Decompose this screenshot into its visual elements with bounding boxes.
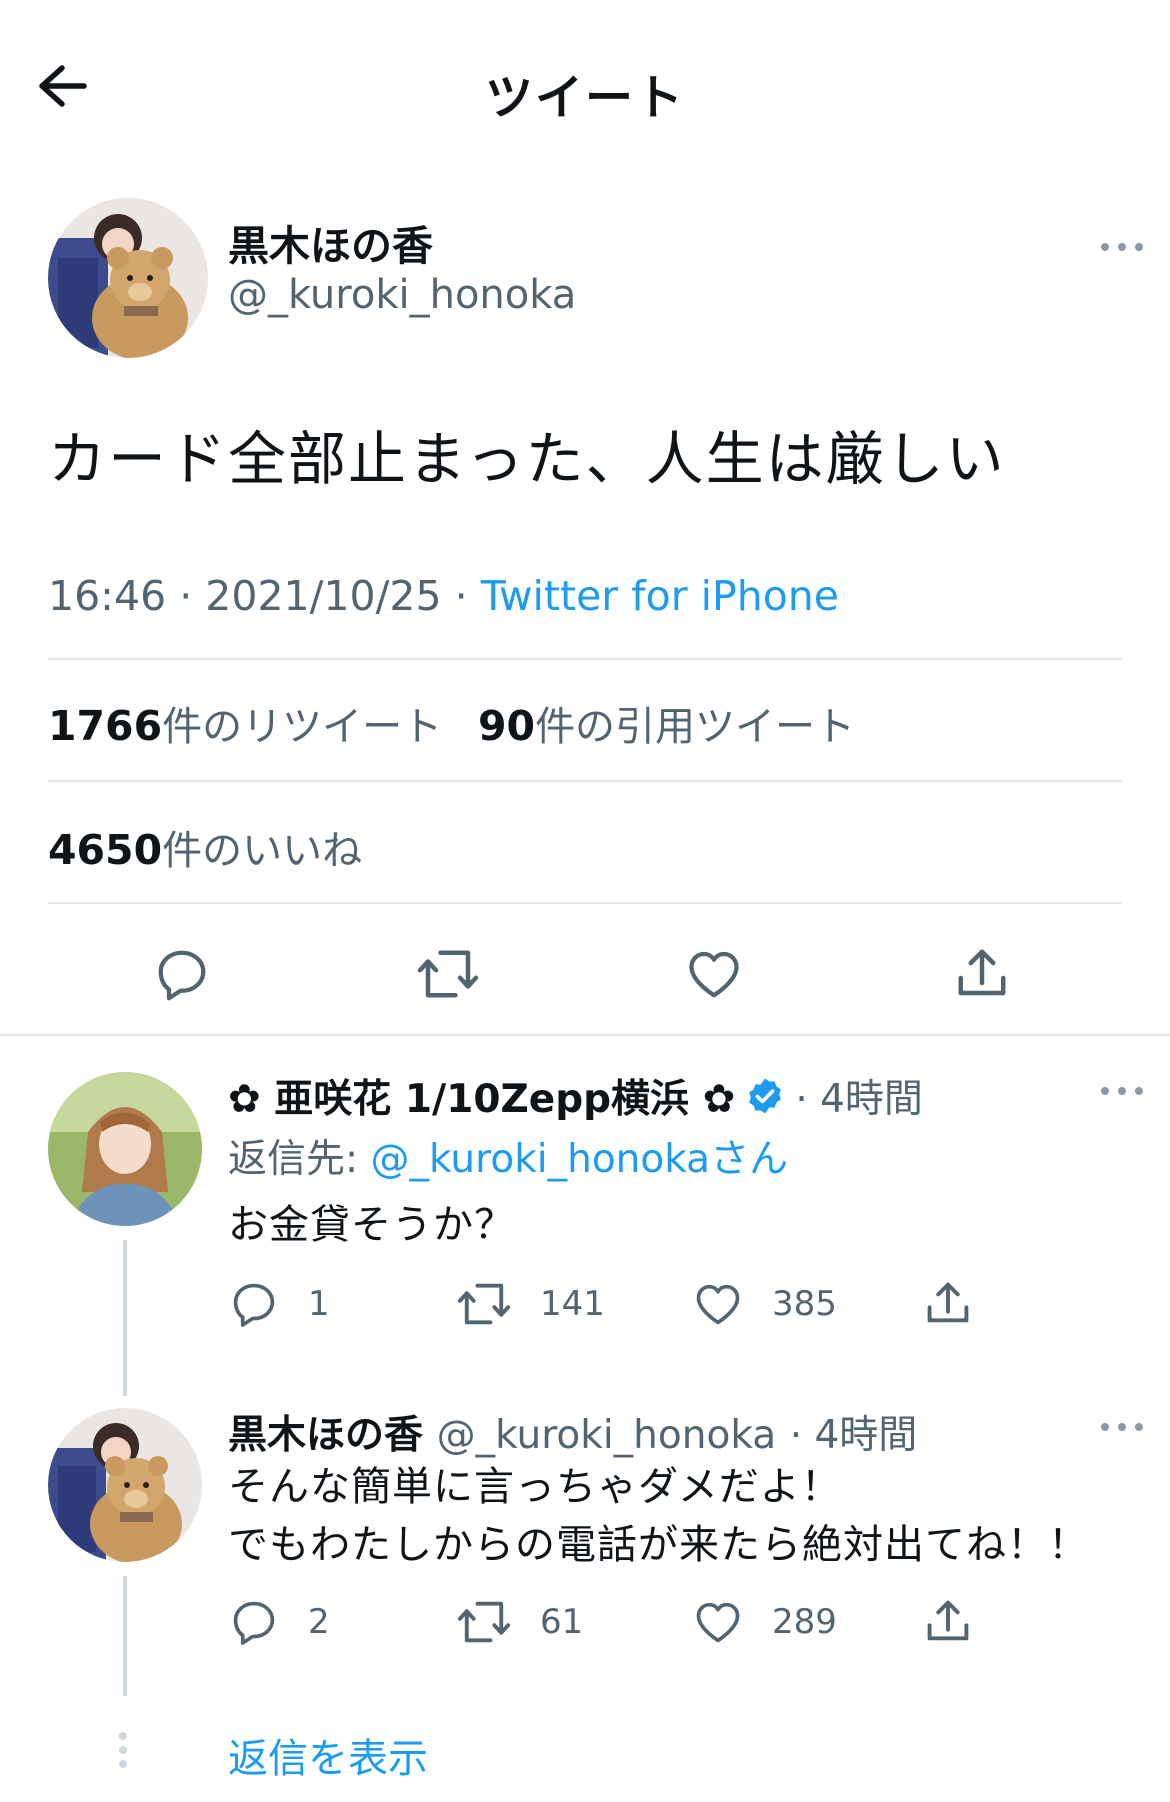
more-icon: [1101, 243, 1143, 251]
like-button[interactable]: [678, 940, 750, 1008]
avatar[interactable]: [48, 1408, 202, 1562]
retweets-label: 件のリツイート: [162, 704, 443, 750]
reply-button[interactable]: 1: [228, 1278, 330, 1330]
like-button[interactable]: 385: [692, 1278, 837, 1330]
reply-text-line: でもわたしからの電話が来たら絶対出てね！！: [228, 1522, 1089, 1568]
more-button[interactable]: [1094, 1076, 1150, 1106]
likes-label: 件のいいね: [162, 828, 363, 874]
share-button[interactable]: [946, 938, 1018, 1008]
reply-text-line: そんな簡単に言っちゃダメだよ！: [228, 1464, 842, 1510]
thread-line: [123, 1240, 127, 1396]
like-icon: [696, 1284, 740, 1325]
reply-text: そんな簡単に言っちゃダメだよ！ でもわたしからの電話が来たら絶対出てね！！: [228, 1458, 1089, 1574]
reply-icon: [158, 950, 206, 1001]
divider: [48, 902, 1122, 904]
profile-photo: [48, 1408, 202, 1562]
share-button[interactable]: [922, 1594, 974, 1648]
more-icon: [1101, 1087, 1143, 1095]
reply-header: ✿ 亜咲花 1/10Zepp横浜 ✿ · 4時間: [228, 1068, 923, 1124]
share-button[interactable]: [922, 1276, 974, 1330]
like-icon: [689, 951, 739, 998]
likes-count: 4650: [48, 826, 163, 874]
retweet-icon: [417, 950, 479, 998]
more-button[interactable]: [1094, 1412, 1150, 1442]
more-button[interactable]: [1094, 232, 1150, 262]
reply-author-name[interactable]: 黒木ほの香: [228, 1413, 423, 1458]
retweet-count: 141: [540, 1284, 605, 1324]
tweet-time: 16:46: [48, 572, 167, 620]
share-icon: [958, 949, 1006, 996]
reply-count: 1: [308, 1284, 330, 1324]
profile-photo: [48, 198, 208, 358]
retweet-icon: [457, 1601, 511, 1643]
retweet-button[interactable]: 141: [456, 1278, 605, 1330]
reply-button[interactable]: 2: [228, 1596, 330, 1648]
reply-to-mention[interactable]: @_kuroki_honoka: [371, 1137, 711, 1182]
avatar[interactable]: [48, 1072, 202, 1226]
meta-separator: ·: [179, 572, 193, 620]
retweet-button[interactable]: [410, 940, 486, 1008]
thread-line: [123, 1576, 127, 1696]
reply-text: お金貸そうか？: [228, 1202, 515, 1248]
tweet-meta: 16:46 · 2021/10/25 · Twitter for iPhone: [48, 572, 839, 620]
like-icon: [696, 1602, 740, 1643]
tweet-source-link[interactable]: Twitter for iPhone: [481, 572, 839, 620]
avatar[interactable]: [48, 198, 208, 358]
reply-icon: [233, 1601, 275, 1645]
thread-dots-icon: [119, 1732, 127, 1768]
quote-stats[interactable]: 90件の引用ツイート: [478, 694, 855, 752]
profile-photo: [48, 1072, 202, 1226]
divider: [48, 780, 1122, 782]
like-button[interactable]: 289: [692, 1596, 837, 1648]
reply-to-prefix: 返信先:: [228, 1137, 371, 1182]
retweet-stats[interactable]: 1766件のリツイート: [48, 694, 442, 752]
more-icon: [1101, 1423, 1143, 1431]
reply-to-suffix: さん: [710, 1137, 789, 1182]
tweet-date: 2021/10/25: [205, 572, 442, 620]
share-icon: [927, 1282, 969, 1323]
tweet-text: カード全部止まった、人生は厳しい: [48, 425, 1006, 493]
meta-separator: ·: [454, 572, 468, 620]
author-name[interactable]: 黒木ほの香: [228, 212, 433, 272]
divider: [48, 658, 1122, 660]
like-count: 385: [772, 1284, 837, 1324]
page-title: ツイート: [484, 70, 685, 126]
quotes-label: 件の引用ツイート: [535, 704, 856, 750]
quotes-count: 90: [478, 702, 536, 750]
share-icon: [927, 1600, 969, 1641]
like-count: 289: [772, 1602, 837, 1642]
reply-time[interactable]: · 4時間: [795, 1068, 923, 1124]
reply-author-name[interactable]: ✿ 亜咲花 1/10Zepp横浜 ✿: [228, 1068, 735, 1124]
reply-header: 黒木ほの香 @_kuroki_honoka · 4時間: [228, 1404, 917, 1460]
like-stats[interactable]: 4650件のいいね: [48, 818, 362, 876]
divider: [0, 1034, 1170, 1036]
show-replies-link[interactable]: 返信を表示: [228, 1726, 428, 1784]
retweet-icon: [457, 1283, 511, 1325]
retweets-count: 1766: [48, 702, 163, 750]
reply-button[interactable]: [146, 940, 218, 1008]
author-handle[interactable]: @_kuroki_honoka: [228, 272, 576, 318]
reply-to: 返信先: @_kuroki_honokaさん: [228, 1128, 788, 1184]
retweet-count: 61: [540, 1602, 584, 1642]
reply-time[interactable]: · 4時間: [790, 1413, 918, 1458]
reply-author-handle[interactable]: @_kuroki_honoka: [437, 1413, 777, 1458]
reply-count: 2: [308, 1602, 330, 1642]
reply-icon: [233, 1283, 275, 1327]
retweet-button[interactable]: 61: [456, 1596, 583, 1648]
verified-icon: [749, 1078, 782, 1114]
